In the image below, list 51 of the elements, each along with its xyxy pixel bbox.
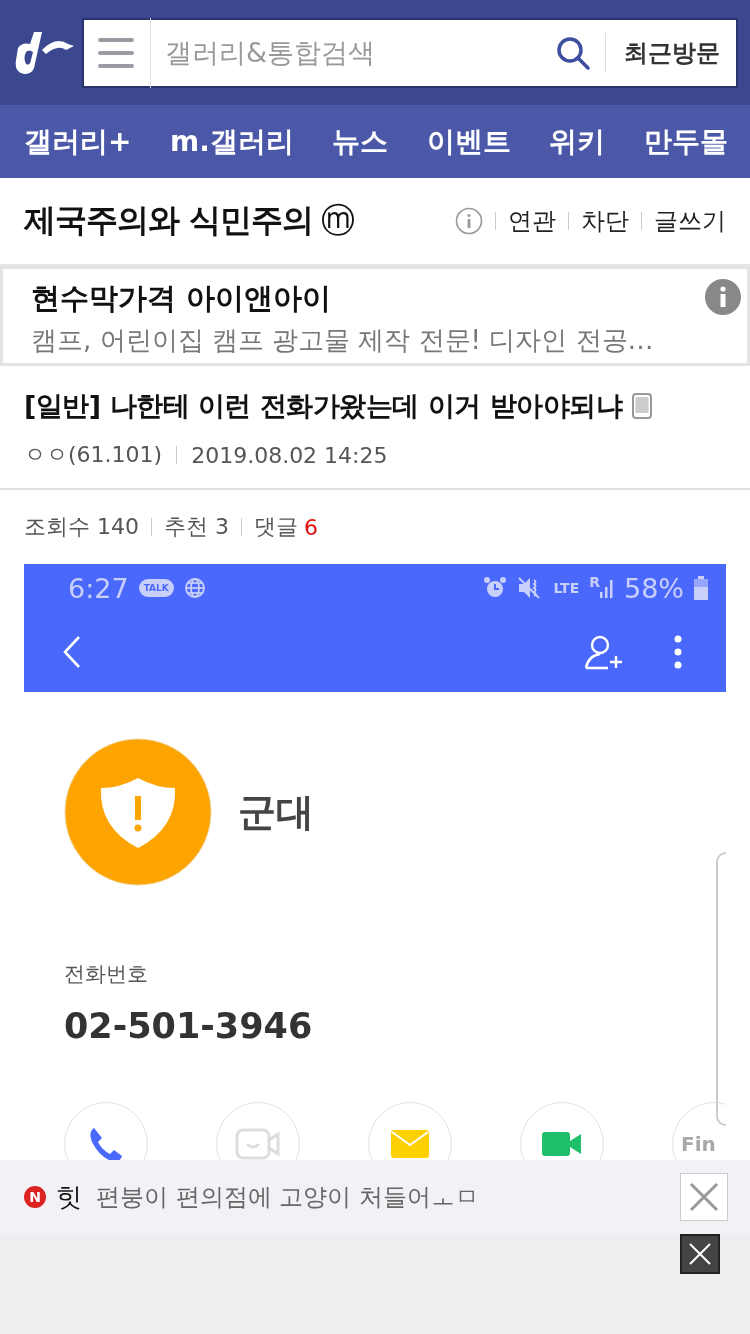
talk-icon: TALK xyxy=(138,579,174,597)
nav-link[interactable]: 뉴스 xyxy=(332,122,389,161)
news-badge: N xyxy=(24,1186,46,1208)
globe-icon xyxy=(183,577,206,599)
battery-icon xyxy=(694,576,708,600)
signal-icon xyxy=(600,578,614,598)
ad-title: 현수막가격 아이앤아이 xyxy=(31,280,333,317)
post-author: ㅇㅇ(61.101) xyxy=(24,441,163,469)
info-icon[interactable] xyxy=(455,207,483,235)
status-time: 6:27 xyxy=(68,572,129,604)
nav-link[interactable]: m.갤러리 xyxy=(170,122,294,161)
post-title: [일반] 나한테 이런 전화가왔는데 이거 받아야되냐 xyxy=(24,389,623,423)
gallery-action-link[interactable]: 차단 xyxy=(581,205,629,237)
post-date: 2019.08.02 14:25 xyxy=(191,442,388,468)
gallery-action-link[interactable]: 연관 xyxy=(508,205,556,237)
gallery-title: 제국주의와 식민주의 xyxy=(24,200,314,241)
nav-link[interactable]: 만두몰 xyxy=(643,122,728,161)
gallery-action-link[interactable]: 글쓰기 xyxy=(654,205,726,237)
hit-label: 힛 xyxy=(56,1180,82,1214)
nav-link[interactable]: 이벤트 xyxy=(426,122,511,161)
ad-banner[interactable]: 현수막가격 아이앤아이 캠프, 어린이집 캠프 광고물 제작 전문! 디자인 전공… xyxy=(0,266,750,366)
roaming-indicator: R xyxy=(589,574,600,590)
contact-name: 군대 xyxy=(238,788,314,836)
search-icon[interactable] xyxy=(555,34,591,71)
lte-indicator: LTE xyxy=(553,580,580,596)
more-icon[interactable] xyxy=(674,635,682,669)
hit-news-bar[interactable]: N 힛 편붕이 편의점에 고양이 처들어ㅗㅁ xyxy=(0,1160,750,1234)
ad-text: 캠프, 어린이집 캠프 광고물 제작 전문! 디자인 전공… xyxy=(31,324,654,357)
mobile-phone-icon xyxy=(632,393,653,419)
menu-icon[interactable] xyxy=(98,37,134,68)
view-count: 조회수 140 xyxy=(24,513,139,541)
video-camera-icon xyxy=(542,1130,582,1158)
recommend-count: 추천 3 xyxy=(164,513,229,541)
back-icon[interactable] xyxy=(62,635,82,669)
close-button[interactable] xyxy=(680,1234,720,1274)
comment-count-label: 댓글 xyxy=(254,513,298,541)
alarm-icon xyxy=(483,576,508,600)
nav-link[interactable]: 갤러리+ xyxy=(24,122,132,161)
recent-visits-button[interactable]: 최근방문 xyxy=(624,36,736,69)
close-icon xyxy=(688,1242,712,1266)
phone-label: 전화번호 xyxy=(64,961,149,988)
comment-count: 6 xyxy=(304,514,318,540)
phone-number: 02-501-3946 xyxy=(64,1006,314,1046)
close-icon xyxy=(689,1182,719,1212)
info-icon[interactable] xyxy=(705,279,741,315)
minor-gallery-mark: ⓜ xyxy=(321,199,356,242)
hit-headline: 편붕이 편의점에 고양이 처들어ㅗㅁ xyxy=(96,1182,479,1213)
shield-warning-icon xyxy=(64,738,212,886)
search-field[interactable]: 갤러리&통합검색 최근방문 xyxy=(82,17,738,88)
nav-link[interactable]: 위키 xyxy=(549,122,606,161)
battery-percent: 58% xyxy=(624,572,684,604)
